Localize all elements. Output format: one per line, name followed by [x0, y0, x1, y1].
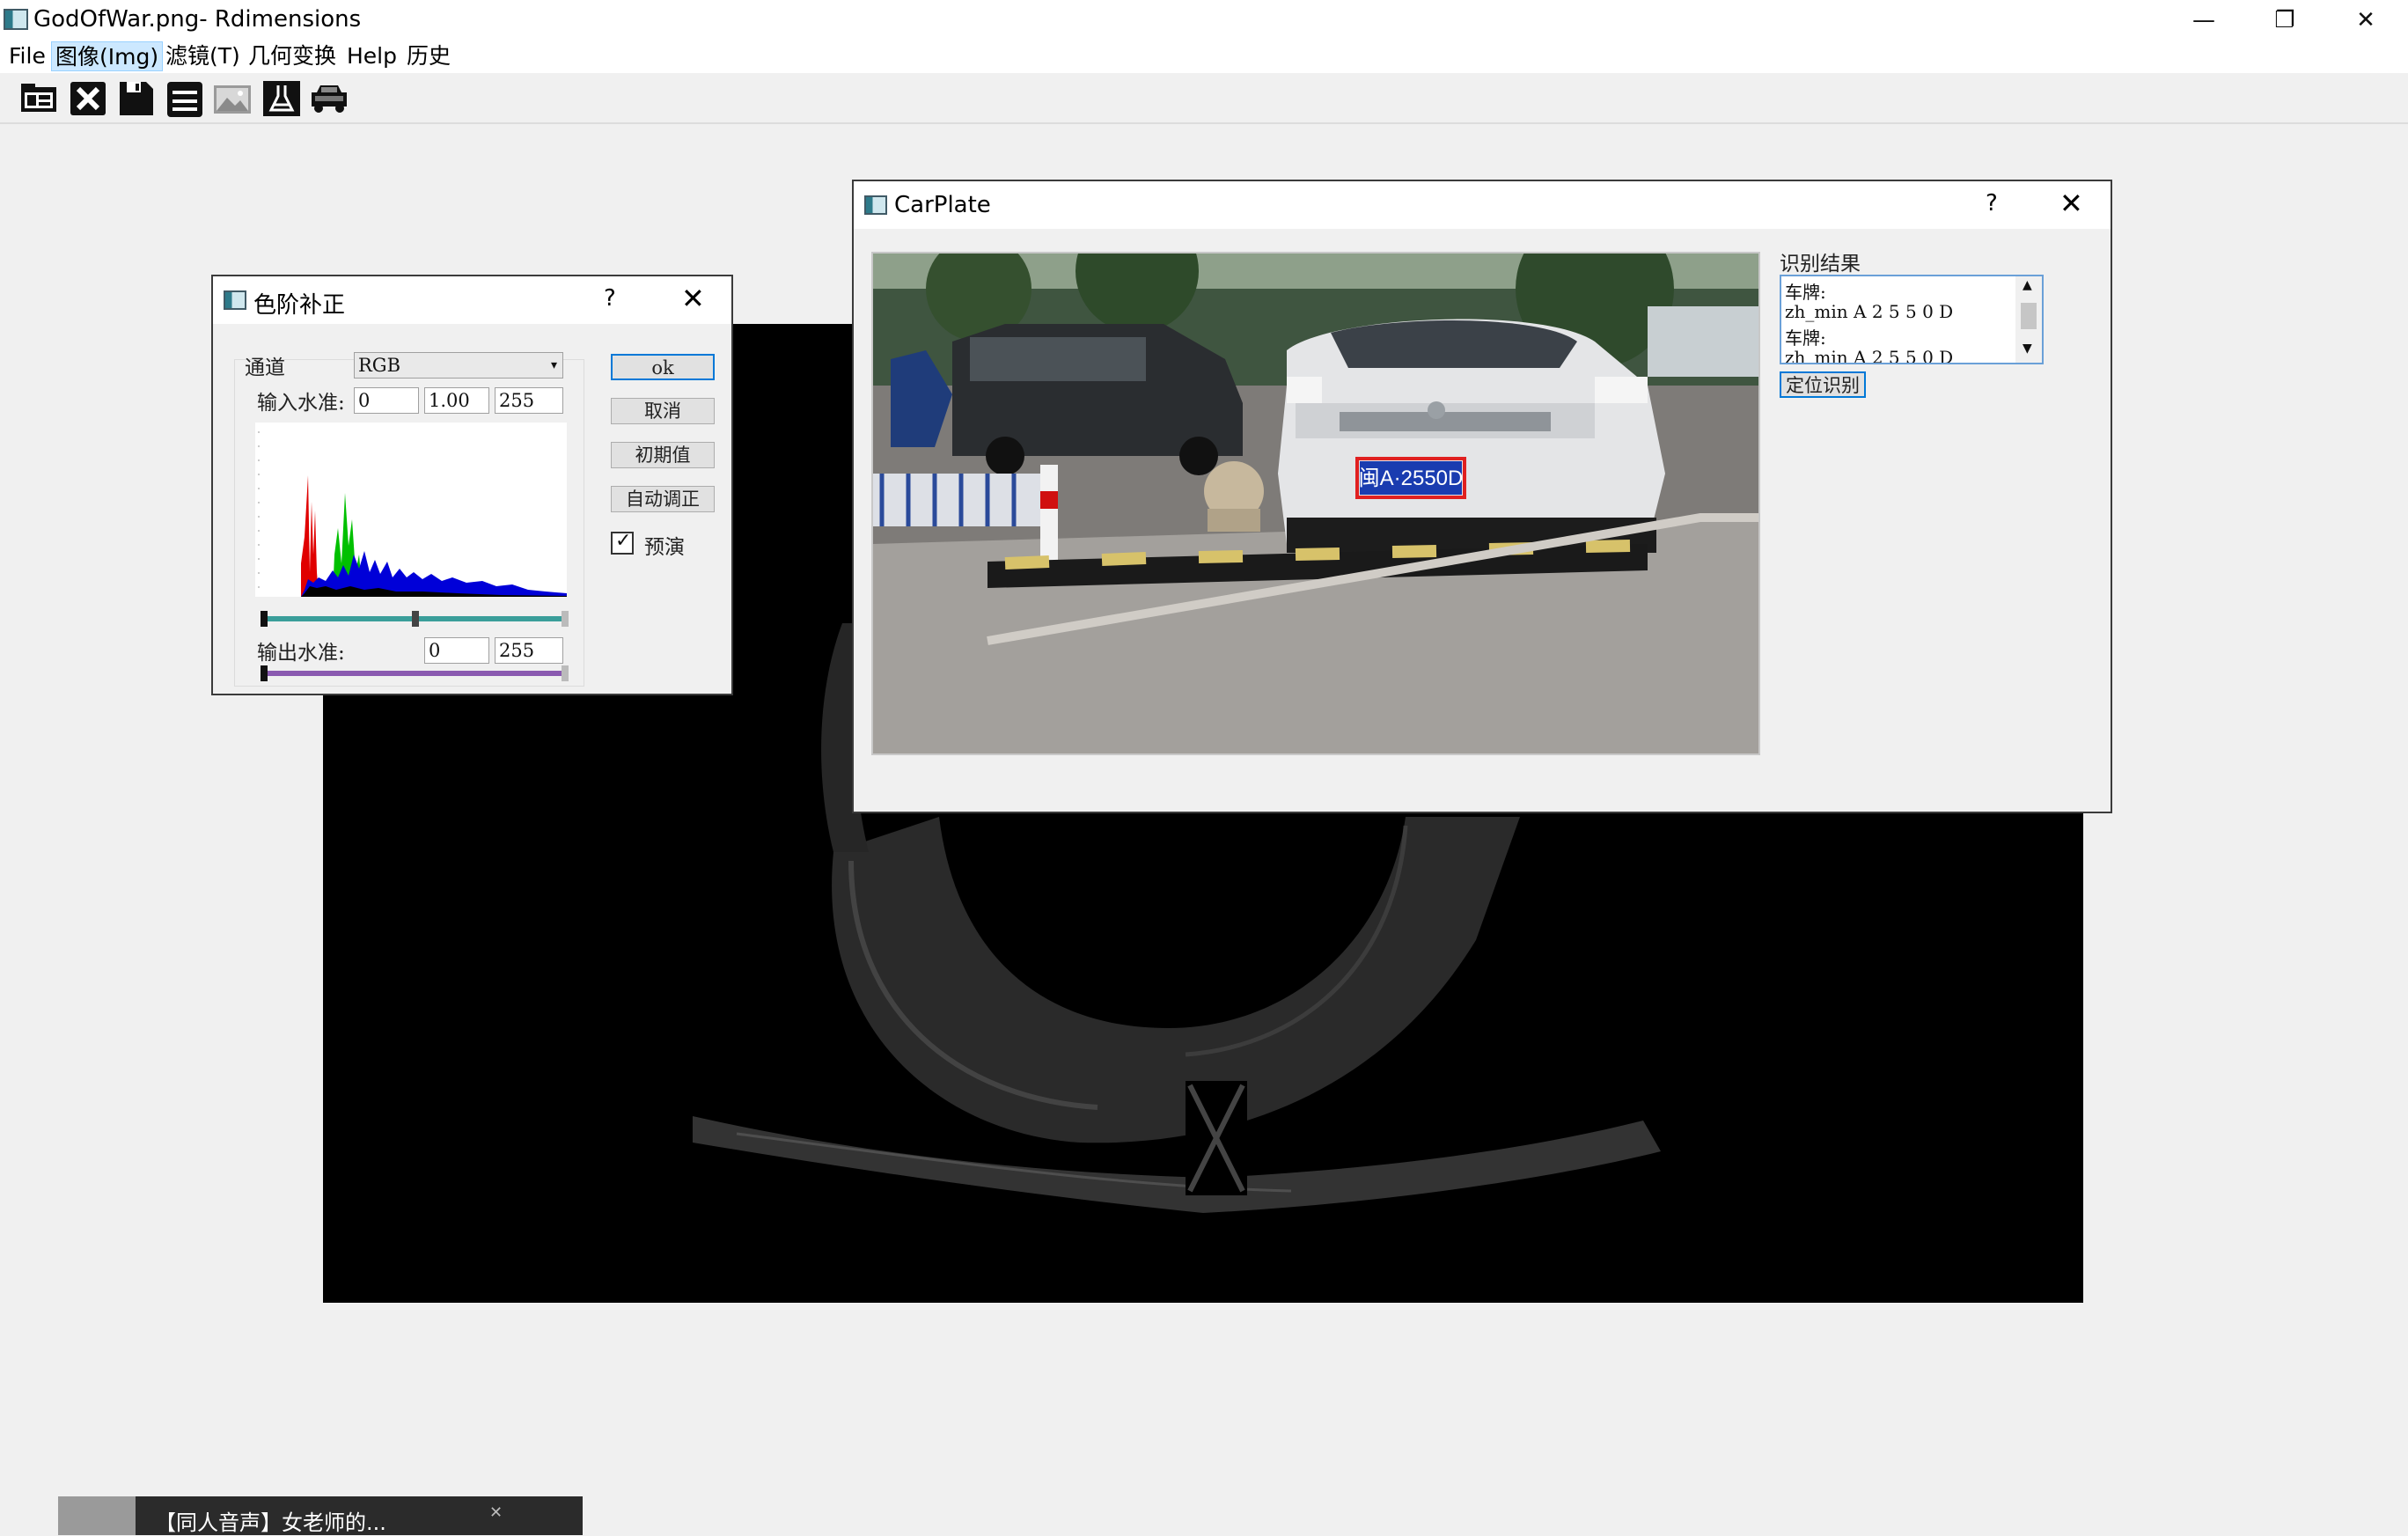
- levels-dialog: 色阶补正 ? ✕ 通道 RGB ▾ 输入水准: 0 1.00 255 输出水准:…: [211, 275, 733, 695]
- minimize-button[interactable]: —: [2163, 0, 2244, 40]
- output-black-handle[interactable]: [261, 665, 268, 681]
- ok-button[interactable]: ok: [611, 354, 715, 380]
- main-window: GodOfWar.png- Rdimensions — ❐ ✕ File 图像(…: [0, 0, 2408, 1535]
- carplate-help-button[interactable]: ?: [1986, 190, 1998, 217]
- channel-label: 通道: [245, 356, 285, 379]
- output-white-field[interactable]: 255: [495, 637, 563, 664]
- menu-bar: File 图像(Img) 滤镜(T) 几何变换 Help 历史: [0, 40, 2408, 73]
- title-bar: GodOfWar.png- Rdimensions — ❐ ✕: [0, 0, 2408, 40]
- auto-adjust-button[interactable]: 自动调正: [611, 486, 715, 512]
- channel-select[interactable]: RGB ▾: [354, 352, 563, 378]
- levels-dialog-title: 色阶补正: [253, 292, 346, 319]
- menu-file[interactable]: File: [5, 41, 49, 71]
- close-window-button[interactable]: ✕: [2325, 0, 2406, 40]
- carplate-dialog-title: CarPlate: [894, 192, 991, 218]
- menu-image[interactable]: 图像(Img): [51, 41, 164, 71]
- toolbar: [0, 73, 2408, 124]
- media-cover-image: [58, 1496, 136, 1535]
- input-white-field[interactable]: 255: [495, 387, 563, 414]
- carplate-close-button[interactable]: ✕: [2059, 187, 2083, 220]
- output-level-label: 输出水准:: [257, 642, 345, 665]
- result-textbox[interactable]: 车牌: zh_min A 2 5 5 0 D 车牌: zh_min A 2 5 …: [1780, 275, 2044, 364]
- input-level-label: 输入水准:: [257, 392, 345, 415]
- car-plate-text: 闽A·2550D: [1359, 467, 1464, 490]
- output-white-handle[interactable]: [562, 665, 569, 681]
- app-icon: [4, 9, 28, 30]
- dialog-icon: [864, 195, 887, 215]
- output-level-slider[interactable]: [261, 671, 569, 676]
- reset-button[interactable]: 初期值: [611, 442, 715, 468]
- filter-icon[interactable]: [261, 78, 303, 119]
- result-line: zh_min A 2 5 5 0 D: [1785, 301, 1954, 322]
- scroll-thumb[interactable]: [2021, 303, 2037, 329]
- input-black-field[interactable]: 0: [354, 387, 419, 414]
- input-gamma-handle[interactable]: [412, 611, 419, 627]
- result-line: 车牌:: [1785, 282, 1826, 303]
- preview-checkbox[interactable]: ✓: [611, 530, 634, 555]
- histogram-chart: [255, 423, 567, 597]
- save-icon[interactable]: [114, 78, 157, 119]
- carplate-dialog: CarPlate ? ✕ 闽A·2550D 识别结果 车牌: zh_min A …: [852, 180, 2112, 813]
- media-controls[interactable]: ✕: [431, 1503, 572, 1525]
- car-icon[interactable]: [308, 78, 350, 119]
- close-icon[interactable]: ✕: [489, 1503, 503, 1522]
- restore-button[interactable]: ❐: [2244, 0, 2325, 40]
- input-white-handle[interactable]: [562, 611, 569, 627]
- chevron-down-icon: ▾: [550, 358, 557, 372]
- output-black-field[interactable]: 0: [424, 637, 489, 664]
- media-title: 【同人音声】女老师的...: [155, 1510, 386, 1535]
- check-icon: ✓: [615, 530, 632, 552]
- preview-label: 预演: [644, 536, 685, 559]
- result-line: 车牌:: [1785, 327, 1826, 349]
- chevron-down-icon[interactable]: ▼: [2023, 342, 2032, 356]
- levels-dialog-title-bar: 色阶补正 ? ✕: [213, 276, 731, 324]
- print-icon[interactable]: [164, 78, 206, 119]
- cancel-button[interactable]: 取消: [611, 398, 715, 424]
- locate-recognize-button[interactable]: 定位识别: [1780, 371, 1866, 398]
- chevron-up-icon[interactable]: ▲: [2023, 278, 2032, 292]
- result-label: 识别结果: [1780, 253, 1861, 276]
- menu-geometry[interactable]: 几何变换: [245, 41, 340, 71]
- result-scrollbar[interactable]: ▲ ▼: [2015, 276, 2042, 363]
- result-line: zh_min A 2 5 5 0 D: [1785, 347, 1954, 364]
- media-thumbnail[interactable]: 【同人音声】女老师的... ✕: [58, 1496, 583, 1535]
- input-black-handle[interactable]: [261, 611, 268, 627]
- menu-help[interactable]: Help: [343, 41, 400, 71]
- close-image-icon[interactable]: [67, 78, 109, 119]
- window-title: GodOfWar.png- Rdimensions: [33, 6, 362, 33]
- car-photo: 闽A·2550D: [871, 252, 1760, 755]
- dialog-icon: [224, 290, 246, 310]
- input-gamma-field[interactable]: 1.00: [424, 387, 489, 414]
- levels-close-button[interactable]: ✕: [681, 282, 705, 315]
- channel-select-value: RGB: [358, 355, 401, 376]
- carplate-dialog-title-bar: CarPlate ? ✕: [854, 181, 2111, 229]
- picture-icon[interactable]: [211, 78, 253, 119]
- open-image-icon[interactable]: [18, 78, 60, 119]
- menu-filter[interactable]: 滤镜(T): [162, 41, 244, 71]
- levels-help-button[interactable]: ?: [604, 285, 616, 312]
- menu-history[interactable]: 历史: [403, 41, 454, 71]
